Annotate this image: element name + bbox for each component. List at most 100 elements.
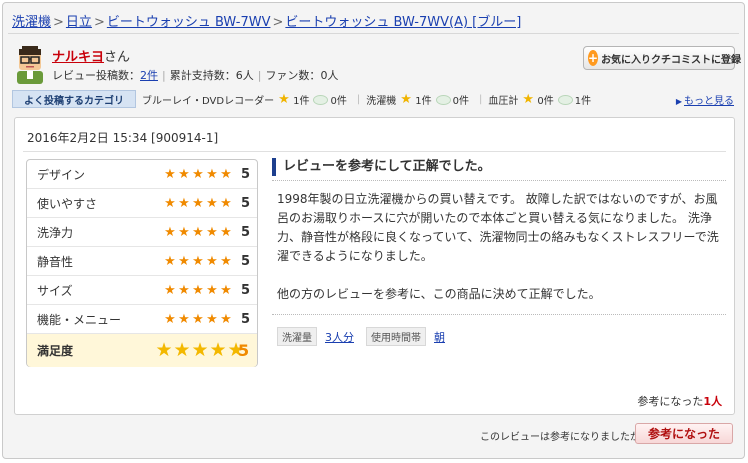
rating-label: デザイン	[37, 167, 86, 182]
satisfaction-value: 5	[238, 341, 250, 360]
arrow-right-icon: ▶	[675, 97, 682, 106]
more-link[interactable]: ▶ もっと見る	[676, 92, 734, 107]
user-name-row: ナルキヨさん	[52, 46, 130, 65]
star-icon: ★	[192, 195, 204, 211]
divider: |	[162, 69, 166, 82]
category-star-count: ★ 0件	[522, 92, 553, 107]
star-icon: ★	[206, 166, 218, 182]
rating-value: 5	[241, 166, 251, 182]
satisfaction-row: 満足度 ★ ★ ★ ★ ★ 5	[27, 334, 257, 367]
star-icon: ★	[164, 282, 176, 298]
star-icon: ★	[220, 282, 232, 298]
rating-stars: ★ ★ ★ ★ ★	[163, 226, 233, 239]
rating-row: デザイン ★ ★ ★ ★ ★ 5	[27, 160, 257, 189]
star-count-text: 1件	[293, 96, 310, 107]
divider: |	[478, 94, 483, 105]
review-title: レビューを参考にして正解でした。	[272, 158, 491, 176]
category-list: ブルーレイ・DVDレコーダー ★ 1件 0件 | 洗濯機 ★ 1件 0件 | 血圧計…	[142, 92, 595, 107]
tag-value-link[interactable]: 朝	[434, 329, 445, 345]
star-count-text: 1件	[415, 96, 432, 107]
breadcrumb-link[interactable]: ビートウォッシュ BW-7WV	[107, 15, 271, 30]
star-icon: ★	[178, 195, 190, 211]
satisfaction-stars: ★ ★ ★ ★ ★	[155, 341, 245, 360]
category-heading: よく投稿するカテゴリ	[12, 90, 136, 108]
tag-label: 使用時間帯	[366, 327, 426, 346]
breadcrumb-link[interactable]: 日立	[66, 15, 92, 30]
category-star-count: ★ 1件	[400, 92, 431, 107]
star-icon: ★	[220, 253, 232, 269]
star-icon: ★	[164, 166, 176, 182]
star-icon: ★	[206, 311, 218, 327]
helpful-question: このレビューは参考になりましたか？	[480, 432, 650, 443]
more-link-text[interactable]: もっと見る	[684, 96, 734, 107]
star-icon: ★	[191, 339, 209, 361]
category-bubble-count: 0件	[313, 92, 347, 107]
helpful-prefix: 参考になった	[637, 395, 704, 408]
category-bubble-count: 0件	[435, 92, 469, 107]
review-paragraph: 他の方のレビューを参考に、この商品に決めて正解でした。	[277, 287, 601, 301]
user-name-link[interactable]: ナルキヨ	[52, 50, 104, 65]
avatar[interactable]	[15, 46, 45, 84]
star-icon: ★	[173, 339, 191, 361]
star-icon: ★	[220, 311, 232, 327]
satisfaction-label: 満足度	[37, 344, 74, 358]
star-icon: ★	[164, 195, 176, 211]
star-icon: ★	[164, 253, 176, 269]
breadcrumb-link[interactable]: 洗濯機	[12, 15, 51, 30]
review-body: 1998年製の日立洗濯機からの買い替えです。 故障した訳ではないのですが、お風呂…	[277, 190, 722, 323]
fan-label: ファン数：	[265, 69, 321, 82]
tag-value-link[interactable]: 3人分	[325, 329, 354, 345]
rating-value: 5	[241, 311, 251, 327]
star-icon: ★	[192, 224, 204, 240]
fan-count: 0人	[320, 69, 339, 82]
speech-bubble-icon	[435, 94, 451, 105]
star-icon: ★	[192, 311, 204, 327]
speech-bubble-icon	[313, 94, 329, 105]
rating-label: 機能・メニュー	[37, 312, 122, 327]
support-count: 6人	[235, 69, 254, 82]
breadcrumb-current[interactable]: ビートウォッシュ BW-7WV(A) [ブルー]	[285, 15, 521, 30]
star-icon: ★	[164, 311, 176, 327]
star-count-text: 0件	[537, 96, 554, 107]
review-tags: 洗濯量 3人分 使用時間帯 朝	[277, 327, 457, 346]
star-icon: ★	[400, 92, 412, 107]
star-icon: ★	[220, 166, 232, 182]
star-icon: ★	[220, 224, 232, 240]
category-name[interactable]: 血圧計	[488, 92, 518, 107]
add-favorite-button[interactable]: + お気に入りクチコミストに登録	[583, 46, 741, 70]
star-icon: ★	[178, 166, 190, 182]
divider	[272, 314, 726, 315]
rating-stars: ★ ★ ★ ★ ★	[163, 168, 233, 181]
helpful-button[interactable]: 参考になった	[635, 423, 733, 444]
rating-value: 5	[241, 195, 251, 211]
bubble-count-text: 0件	[452, 96, 469, 107]
divider: |	[356, 94, 361, 105]
review-count-link[interactable]: 2件	[140, 69, 158, 82]
rating-row: サイズ ★ ★ ★ ★ ★ 5	[27, 276, 257, 305]
rating-row: 使いやすさ ★ ★ ★ ★ ★ 5	[27, 189, 257, 218]
add-favorite-label: お気に入りクチコミストに登録	[601, 54, 742, 66]
star-icon: ★	[220, 195, 232, 211]
category-name[interactable]: 洗濯機	[366, 92, 396, 107]
star-icon: ★	[206, 253, 218, 269]
rating-stars: ★ ★ ★ ★ ★	[163, 313, 233, 326]
review-count-label: レビュー投稿数：	[52, 69, 140, 82]
rating-label: サイズ	[37, 283, 73, 298]
breadcrumb: 洗濯機 > 日立 > ビートウォッシュ BW-7WV > ビートウォッシュ BW-7WV(A…	[12, 11, 521, 30]
divider	[272, 180, 726, 181]
category-bar: よく投稿するカテゴリ ブルーレイ・DVDレコーダー ★ 1件 0件 | 洗濯機 ★…	[12, 90, 736, 108]
rating-stars: ★ ★ ★ ★ ★	[163, 284, 233, 297]
helpful-number: 1人	[703, 395, 722, 408]
star-icon: ★	[192, 253, 204, 269]
category-name[interactable]: ブルーレイ・DVDレコーダー	[142, 92, 274, 107]
rating-value: 5	[241, 282, 251, 298]
star-icon: ★	[522, 92, 534, 107]
breadcrumb-separator: >	[93, 15, 105, 30]
rating-stars: ★ ★ ★ ★ ★	[163, 255, 233, 268]
review-date: 2016年2月2日 15:34 [900914-1]	[27, 131, 219, 145]
rating-stars: ★ ★ ★ ★ ★	[163, 197, 233, 210]
star-icon: ★	[192, 282, 204, 298]
user-honorific: さん	[104, 50, 131, 65]
rating-row: 洗浄力 ★ ★ ★ ★ ★ 5	[27, 218, 257, 247]
review-paragraph: 1998年製の日立洗濯機からの買い替えです。 故障した訳ではないのですが、お風呂…	[277, 192, 719, 263]
